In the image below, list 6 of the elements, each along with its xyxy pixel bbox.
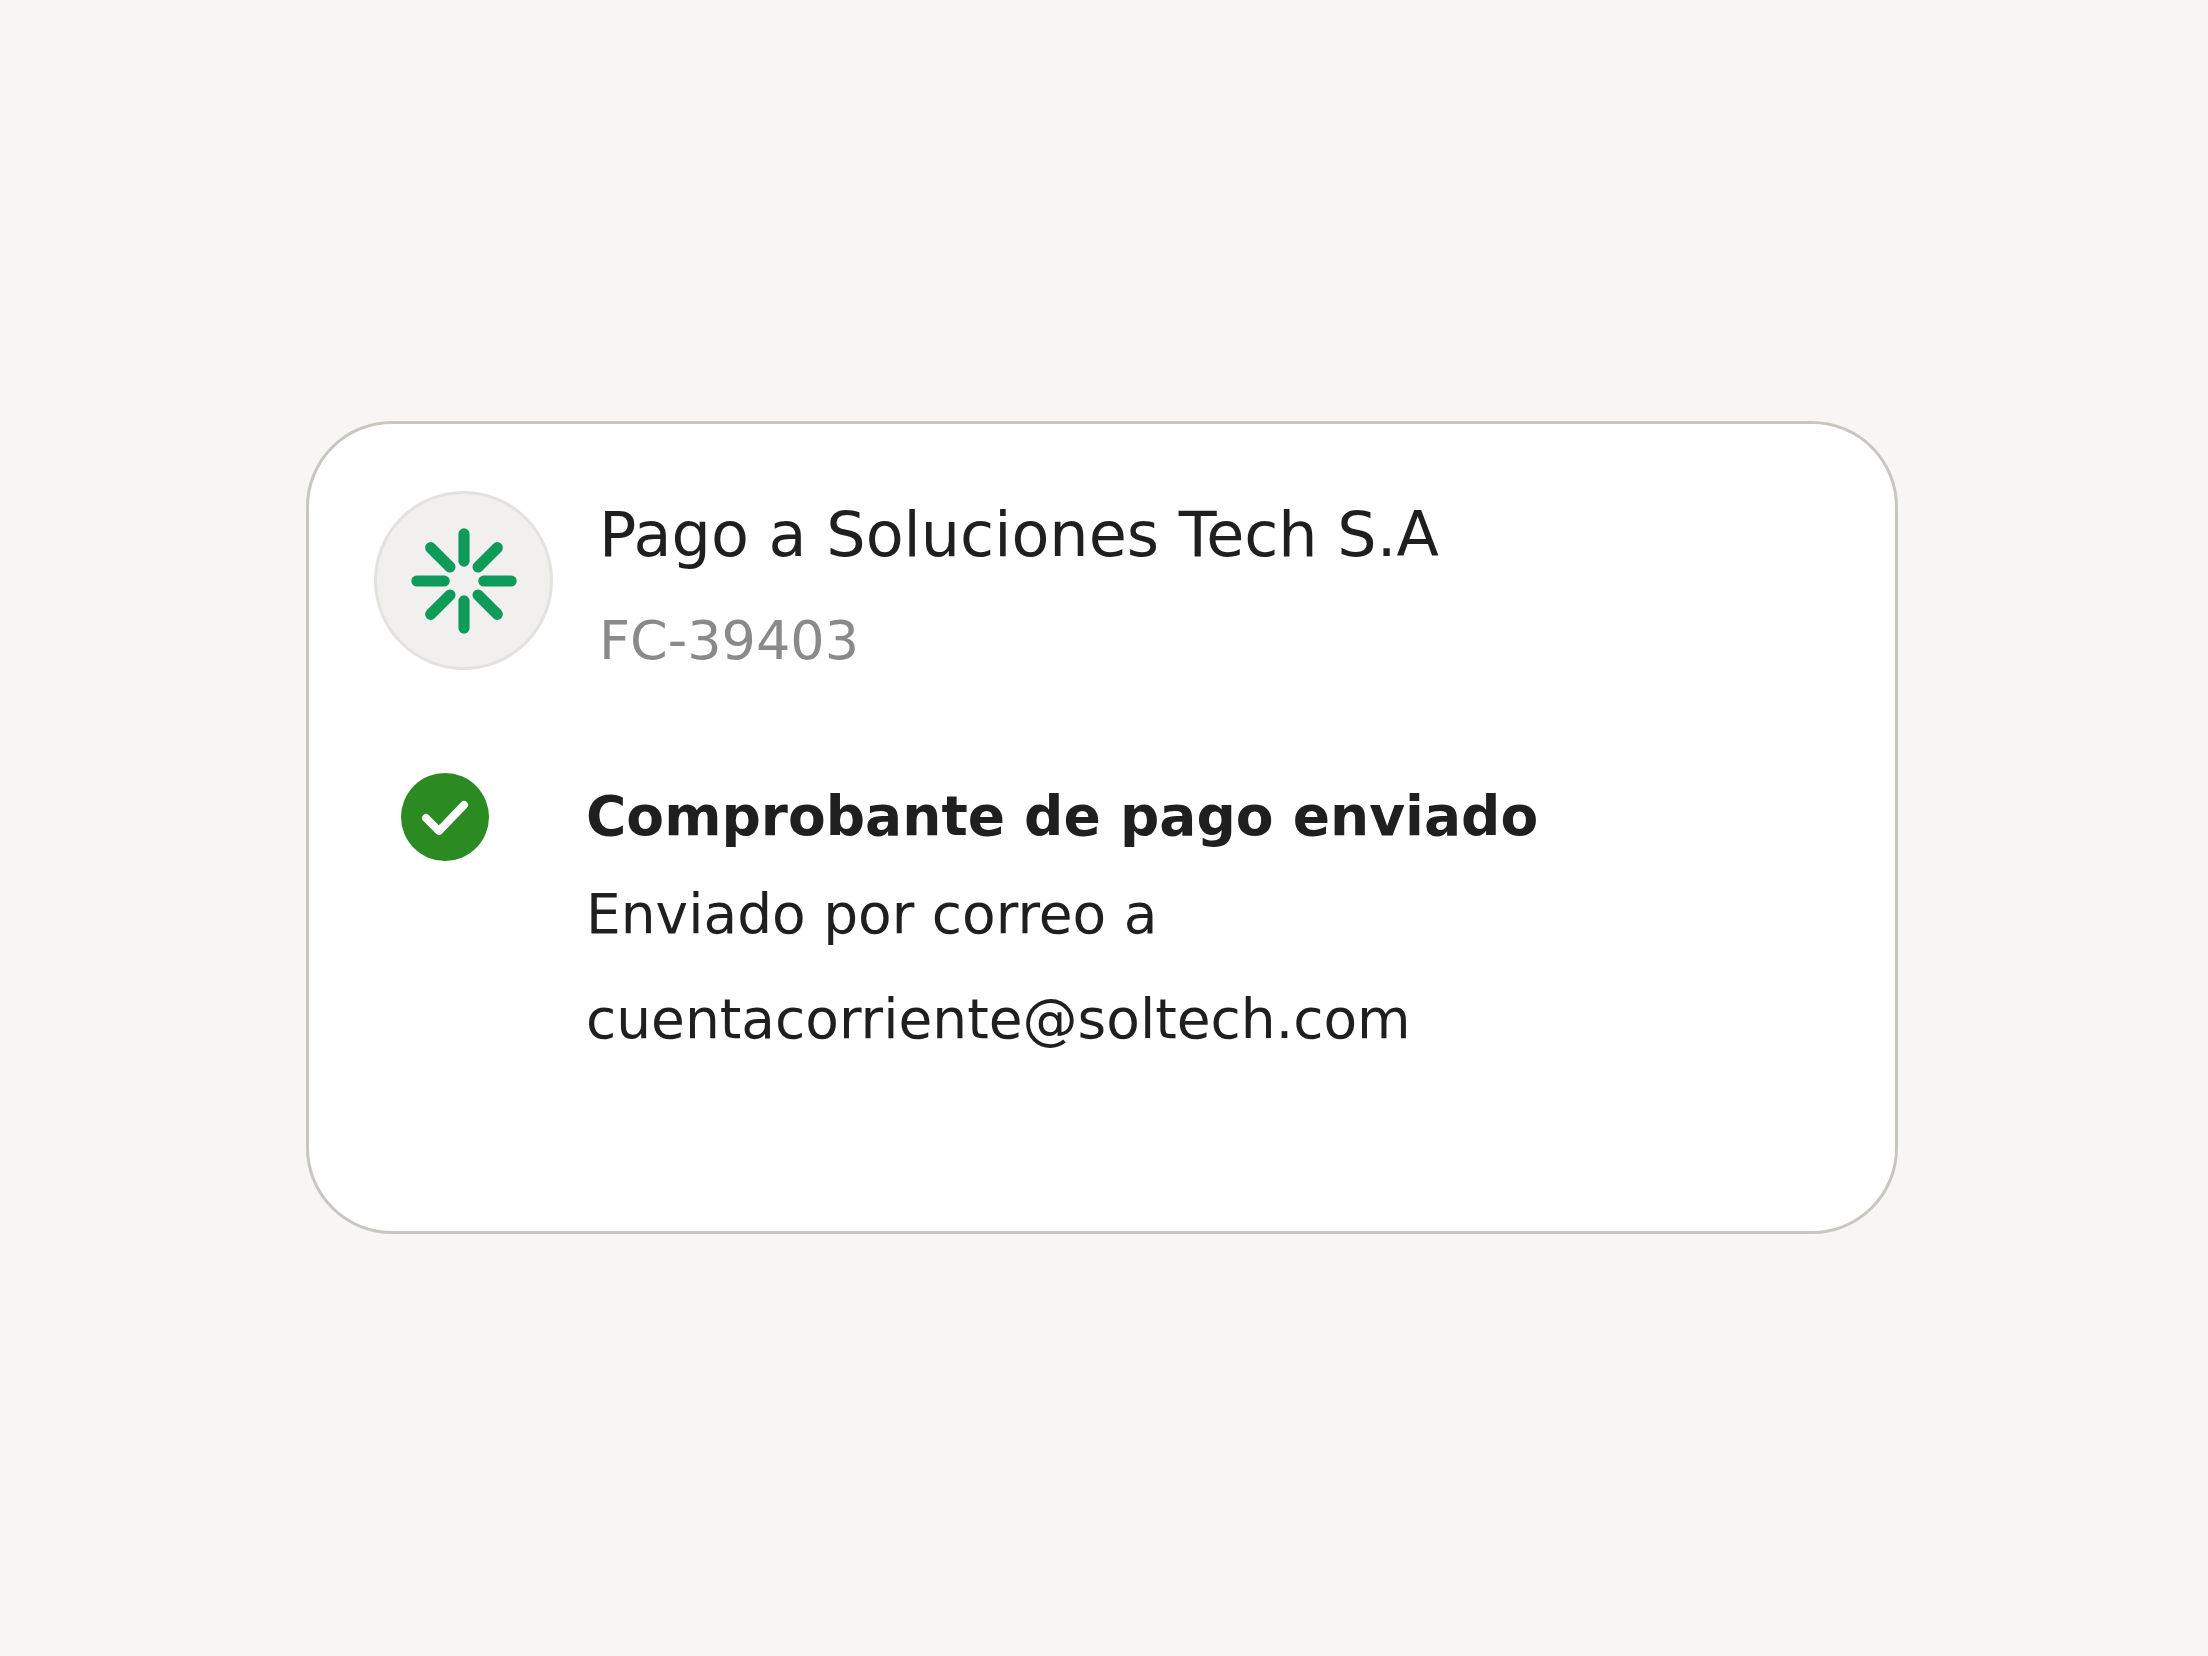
status-text: cuentacorriente@soltech.com <box>586 986 1412 1053</box>
status-text: Enviado por correo a <box>586 881 1159 948</box>
status-heading: Comprobante de pago enviado <box>586 783 1539 850</box>
payment-title: Pago a Soluciones Tech S.A <box>599 497 1439 573</box>
check-icon <box>401 773 489 861</box>
invoice-reference: FC-39403 <box>599 611 861 671</box>
